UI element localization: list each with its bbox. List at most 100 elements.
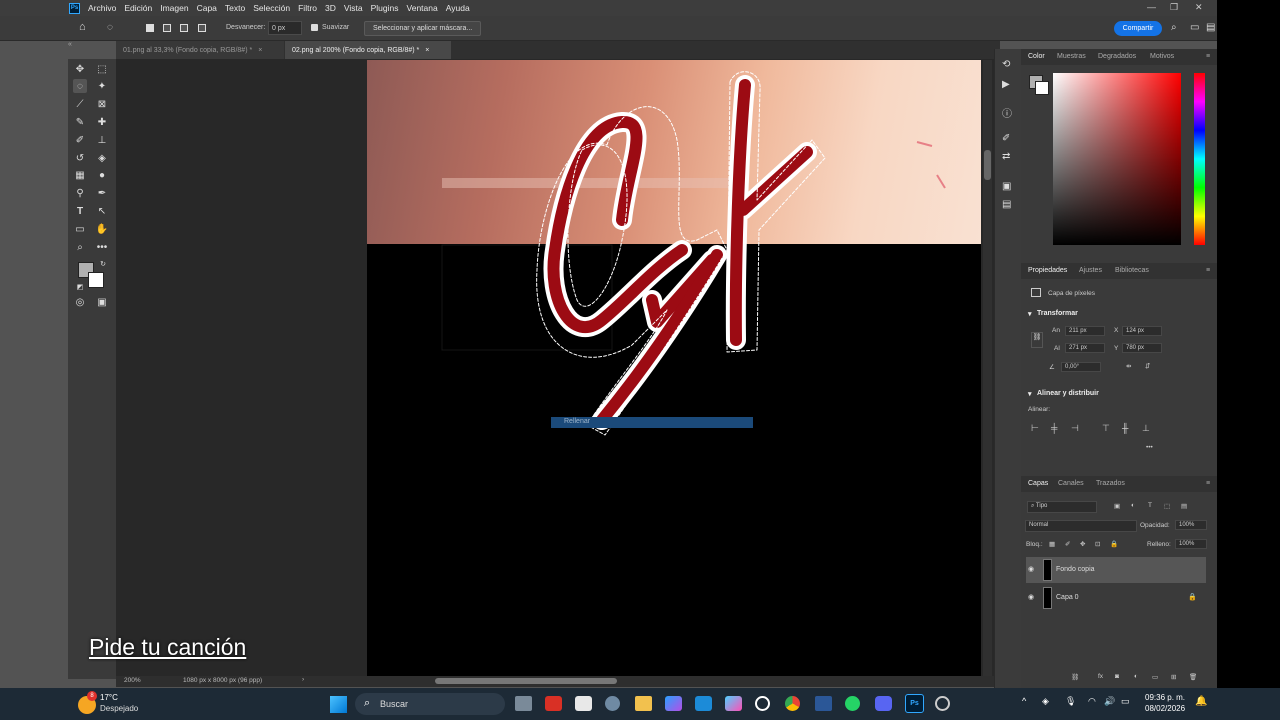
- adjust-panel-icon[interactable]: ⇄: [1002, 151, 1010, 162]
- search-icon[interactable]: ⌕: [1171, 22, 1177, 33]
- dodge-tool-icon[interactable]: ⚲: [73, 186, 87, 200]
- notifications-bell-icon[interactable]: 🔔: [1195, 696, 1207, 707]
- transform-toggle-icon[interactable]: ▾: [1028, 310, 1032, 318]
- gradient-tool-icon[interactable]: ▦: [73, 168, 87, 182]
- history-panel-icon[interactable]: ⟲: [1002, 59, 1010, 70]
- link-layers-icon[interactable]: ⛓: [1071, 673, 1079, 681]
- align-center-h-icon[interactable]: ╪: [1051, 423, 1057, 433]
- pen-tool-icon[interactable]: ✒: [95, 186, 109, 200]
- menu-item-vista[interactable]: Vista: [344, 3, 363, 13]
- restore-icon[interactable]: ❐: [1170, 2, 1178, 13]
- blur-tool-icon[interactable]: ●: [95, 168, 109, 182]
- settings-icon[interactable]: [605, 696, 620, 711]
- menu-item-ayuda[interactable]: Ayuda: [446, 3, 470, 13]
- lock-transparency-icon[interactable]: ▦: [1049, 540, 1055, 548]
- tab-layers[interactable]: Capas: [1028, 480, 1048, 487]
- eyedropper-tool-icon[interactable]: ✎: [73, 115, 87, 129]
- tab-document-01[interactable]: 01.png al 33,3% (Fondo copia, RGB/8#) * …: [116, 41, 284, 59]
- close-tab-icon[interactable]: ×: [258, 47, 262, 54]
- outlook-icon[interactable]: [695, 696, 712, 711]
- status-arrow-icon[interactable]: ›: [302, 676, 304, 683]
- taskbar-search-box[interactable]: ⌕ Buscar: [355, 693, 505, 715]
- new-layer-icon[interactable]: ⊞: [1171, 673, 1176, 681]
- lock-position-icon[interactable]: ✥: [1080, 540, 1085, 548]
- filter-type-icon[interactable]: T: [1148, 502, 1152, 509]
- lock-all-icon[interactable]: 🔒: [1110, 540, 1118, 548]
- screen-mode-icon[interactable]: ▣: [95, 295, 109, 309]
- link-icon[interactable]: ⛓: [1031, 332, 1043, 348]
- new-group-icon[interactable]: ▭: [1152, 673, 1158, 681]
- vertical-scroll-thumb[interactable]: [984, 150, 991, 180]
- menu-item-edicion[interactable]: Edición: [124, 3, 152, 13]
- layer-style-icon[interactable]: fx: [1098, 673, 1103, 680]
- tab-gradients[interactable]: Degradados: [1098, 53, 1136, 60]
- adjustment-layer-icon[interactable]: ◐: [1134, 673, 1138, 680]
- fill-input[interactable]: 100%: [1175, 539, 1207, 549]
- tab-swatches[interactable]: Muestras: [1057, 53, 1086, 60]
- height-input[interactable]: 271 px: [1065, 343, 1105, 353]
- hand-tool-icon[interactable]: ✋: [95, 222, 109, 236]
- panel-menu-icon[interactable]: ≡: [1206, 53, 1210, 60]
- actions-panel-icon[interactable]: ▶: [1002, 79, 1010, 90]
- vertical-scrollbar[interactable]: [983, 60, 992, 676]
- y-input[interactable]: 780 px: [1122, 343, 1162, 353]
- notes-panel-icon[interactable]: ▤: [1002, 199, 1011, 210]
- app-circle-icon[interactable]: [935, 696, 950, 711]
- flip-horizontal-icon[interactable]: ⇹: [1126, 362, 1131, 370]
- battery-icon[interactable]: ▭: [1121, 696, 1130, 707]
- layer-row-capa-0[interactable]: ◉ Capa 0 🔒: [1026, 585, 1206, 611]
- libraries-panel-icon[interactable]: ▣: [1002, 181, 1011, 192]
- zoom-level[interactable]: 200%: [124, 677, 141, 684]
- path-selection-icon[interactable]: ↖: [95, 204, 109, 218]
- lasso-tool-icon[interactable]: ◌: [73, 79, 87, 93]
- rectangle-tool-icon[interactable]: ▭: [73, 222, 87, 236]
- panel-menu-icon[interactable]: ≡: [1206, 480, 1210, 487]
- app-red-icon[interactable]: [545, 696, 562, 711]
- close-tab-icon[interactable]: ×: [425, 47, 429, 54]
- flip-vertical-icon[interactable]: ⇵: [1145, 362, 1150, 370]
- volume-icon[interactable]: 🔊: [1104, 696, 1115, 707]
- wifi-icon[interactable]: ◠: [1088, 696, 1096, 707]
- zoom-tool-icon[interactable]: ⌕: [73, 240, 87, 254]
- default-colors-icon[interactable]: ◩: [73, 280, 87, 294]
- minimize-icon[interactable]: —: [1147, 2, 1156, 12]
- slice-tool-icon[interactable]: ⟋: [73, 97, 87, 111]
- tab-libraries[interactable]: Bibliotecas: [1115, 267, 1149, 274]
- angle-input[interactable]: 0,00°: [1061, 362, 1101, 372]
- add-mask-icon[interactable]: ◙: [1115, 673, 1119, 680]
- lasso-tool-preset-icon[interactable]: ◌: [107, 22, 113, 33]
- workspace-icon[interactable]: ▭: [1190, 22, 1199, 33]
- chatgpt-icon[interactable]: [755, 696, 770, 711]
- magic-wand-tool-icon[interactable]: ✦: [95, 79, 109, 93]
- tab-patterns[interactable]: Motivos: [1150, 53, 1174, 60]
- lock-pixels-icon[interactable]: ✐: [1065, 540, 1070, 548]
- swap-colors-icon[interactable]: ↻: [96, 257, 110, 271]
- new-selection-icon[interactable]: [146, 24, 154, 32]
- add-selection-icon[interactable]: [163, 24, 171, 32]
- layer-row-fondo-copia[interactable]: ◉ Fondo copia: [1026, 557, 1206, 583]
- menu-item-plugins[interactable]: Plugins: [371, 3, 399, 13]
- subtract-selection-icon[interactable]: [180, 24, 188, 32]
- width-input[interactable]: 211 px: [1065, 326, 1105, 336]
- clone-stamp-icon[interactable]: ⊥: [95, 133, 109, 147]
- select-and-mask-button[interactable]: Seleccionar y aplicar máscara...: [364, 21, 482, 36]
- word-icon[interactable]: [815, 696, 832, 711]
- horizontal-scroll-thumb[interactable]: [435, 678, 617, 684]
- blend-mode-select[interactable]: Normal: [1025, 520, 1137, 532]
- collapse-toolbox-icon[interactable]: «: [68, 41, 72, 48]
- info-panel-icon[interactable]: ⓘ: [1002, 105, 1012, 120]
- tray-app-icon[interactable]: ◈: [1042, 696, 1049, 707]
- tray-chevron-icon[interactable]: ^: [1022, 696, 1026, 706]
- feather-input[interactable]: 0 px: [268, 21, 302, 35]
- share-button[interactable]: Compartir: [1114, 21, 1162, 36]
- move-tool-icon[interactable]: ✥: [73, 62, 87, 76]
- delete-layer-icon[interactable]: 🗑: [1189, 673, 1197, 681]
- whatsapp-icon[interactable]: [845, 696, 860, 711]
- file-explorer-icon[interactable]: [635, 696, 652, 711]
- task-view-icon[interactable]: [515, 696, 532, 711]
- hue-slider[interactable]: [1194, 73, 1205, 245]
- brush-panel-icon[interactable]: ✐: [1002, 133, 1010, 144]
- filter-smart-icon[interactable]: ▤: [1181, 502, 1187, 510]
- filter-pixel-icon[interactable]: ▣: [1114, 502, 1120, 510]
- chrome-icon[interactable]: [785, 696, 800, 711]
